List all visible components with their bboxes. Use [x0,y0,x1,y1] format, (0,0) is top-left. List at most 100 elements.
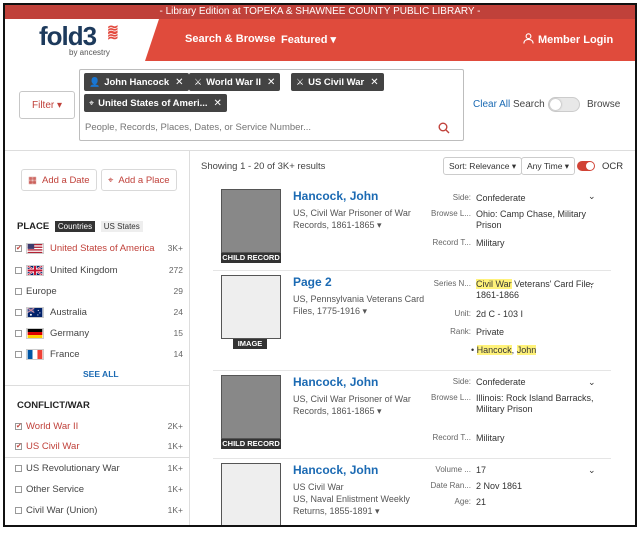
clear-all-link[interactable]: Clear All [473,99,510,110]
facet-label: Australia [50,306,87,318]
record-type-badge: CHILD RECORD [221,439,281,449]
record-thumbnail[interactable] [221,375,281,439]
add-place-button[interactable]: ⌖ Add a Place [101,169,177,191]
checkbox-icon[interactable] [15,308,22,316]
result-row[interactable]: Hancock, John US Civil War US, Naval Enl… [213,459,611,525]
facet-conflict-revolutionary[interactable]: US Revolutionary War 1K+ [15,461,183,475]
facet-label: United Kingdom [50,264,118,276]
add-date-button[interactable]: ▦ Add a Date [21,169,97,191]
checkbox-icon[interactable] [15,485,22,493]
field-key: Series N... [433,279,471,288]
checkbox-icon[interactable] [15,506,22,514]
close-icon[interactable]: ✕ [267,77,275,88]
results-panel: Showing 1 - 20 of 3K+ results Sort: Rele… [191,151,635,525]
close-icon[interactable]: ✕ [370,77,378,88]
facet-place-australia[interactable]: Australia 24 [15,305,183,319]
record-collection[interactable]: US, Civil War Prisoner of War Records, 1… [293,393,433,417]
chevron-down-icon[interactable]: ⌄ [588,465,596,476]
record-title-link[interactable]: Hancock, John [293,189,378,203]
field-value: Confederate [476,377,526,387]
record-field: Record T... Military [429,433,599,444]
section-divider [5,385,190,386]
checkbox-icon[interactable] [15,266,22,274]
facet-conflict-civil-war[interactable]: ✔ US Civil War 1K+ [15,439,183,453]
filter-bar: Filter ▾ 👤 John Hancock ✕ ⚔ World War II… [5,61,635,151]
search-box[interactable]: 👤 John Hancock ✕ ⚔ World War II ✕ ⚔ US C… [79,69,464,141]
ocr-toggle[interactable] [577,161,595,171]
record-thumbnail[interactable] [221,463,281,525]
search-input[interactable] [85,119,425,135]
record-field: Side: Confederate [429,377,599,388]
record-title-link[interactable]: Hancock, John [293,463,378,477]
checkbox-icon[interactable] [15,329,22,337]
record-title-link[interactable]: Page 2 [293,275,332,289]
checkbox-checked-icon[interactable]: ✔ [15,244,22,252]
facet-place-germany[interactable]: Germany 15 [15,326,183,340]
chip-label: John Hancock [104,76,170,88]
record-collection[interactable]: US, Pennsylvania Veterans Card Files, 17… [293,293,433,317]
facet-conflict-ww2[interactable]: ✔ World War II 2K+ [15,419,183,433]
see-all-link[interactable]: SEE ALL [83,369,119,379]
record-field: Browse L... Ohio: Camp Chase, Military Pr… [429,209,599,231]
place-section-title: PLACE Countries US States [17,221,143,232]
record-title-link[interactable]: Hancock, John [293,375,378,389]
search-browse-toggle[interactable] [548,97,580,112]
location-icon: ⌖ [89,97,95,108]
chip-name[interactable]: 👤 John Hancock ✕ [84,73,189,91]
facet-place-usa[interactable]: ✔ United States of America 3K+ [15,241,183,255]
facet-conflict-other-service[interactable]: Other Service 1K+ [15,482,183,496]
record-thumbnail[interactable] [221,275,281,339]
facet-count: 2K+ [167,421,183,431]
chevron-down-icon[interactable]: ⌄ [588,377,596,388]
chevron-down-icon[interactable]: ⌄ [588,191,596,202]
sort-dropdown[interactable]: Sort: Relevance ▾ [443,157,523,175]
results-count: Showing 1 - 20 of 3K+ results [201,161,326,172]
chip-place[interactable]: ⌖ United States of Ameri... ✕ [84,94,227,112]
facet-place-uk[interactable]: United Kingdom 272 [15,263,183,277]
tab-us-states[interactable]: US States [100,221,143,232]
record-thumbnail[interactable] [221,189,281,253]
swords-icon: ⚔ [296,76,305,87]
field-value: 21 [476,497,487,507]
field-value: 2d C - 103 I [476,309,524,319]
field-key: Side: [452,193,471,202]
result-row[interactable]: CHILD RECORD Hancock, John US, Civil War… [213,185,611,271]
checkbox-checked-icon[interactable]: ✔ [15,442,22,450]
chip-conflict-civil-war[interactable]: ⚔ US Civil War ✕ [291,73,384,91]
facet-label: United States of America [50,242,155,254]
close-icon[interactable]: ✕ [214,98,222,109]
checkbox-icon[interactable] [15,464,22,472]
search-icon[interactable] [438,122,450,134]
record-collection[interactable]: US, Civil War Prisoner of War Records, 1… [293,207,433,231]
result-row[interactable]: CHILD RECORD Hancock, John US, Civil War… [213,371,611,459]
facet-count: 272 [168,265,183,275]
nav-search-browse[interactable]: Search & Browse [185,33,275,45]
logo[interactable]: fold3 ≋ ≋ by ancestry [5,19,155,61]
checkbox-icon[interactable] [15,350,22,358]
facet-place-france[interactable]: France 14 [15,347,183,361]
record-field: Record T... Military [429,238,599,249]
facet-conflict-civil-war-union[interactable]: Civil War (Union) 1K+ [15,503,183,517]
filter-button[interactable]: Filter ▾ [19,91,75,119]
time-dropdown[interactable]: Any Time ▾ [521,157,576,175]
ocr-label: OCR [602,161,624,172]
germany-flag-icon [26,327,44,339]
nav-featured[interactable]: Featured ▾ [281,33,336,46]
site-header: fold3 ≋ ≋ by ancestry Search & Browse Fea… [5,19,635,61]
checkbox-icon[interactable] [15,287,22,295]
logo-byline: by ancestry [69,48,110,57]
field-key: Browse L... [430,209,471,218]
close-icon[interactable]: ✕ [175,77,183,88]
member-login-button[interactable]: Member Login [523,33,613,46]
chip-conflict-ww2[interactable]: ⚔ World War II ✕ [189,73,281,91]
calendar-icon: ▦ [28,174,37,186]
facet-place-europe[interactable]: Europe 29 [15,284,183,298]
field-key: Side: [452,377,471,386]
field-value: Confederate [476,193,526,203]
chevron-down-icon[interactable]: ⌄ [588,277,596,288]
checkbox-checked-icon[interactable]: ✔ [15,422,22,430]
result-row[interactable]: IMAGE Page 2 US, Pennsylvania Veterans C… [213,271,611,371]
tab-countries[interactable]: Countries [54,221,96,232]
member-login-label: Member Login [538,34,614,46]
record-collection[interactable]: US, Naval Enlistment Weekly Returns, 185… [293,493,433,517]
